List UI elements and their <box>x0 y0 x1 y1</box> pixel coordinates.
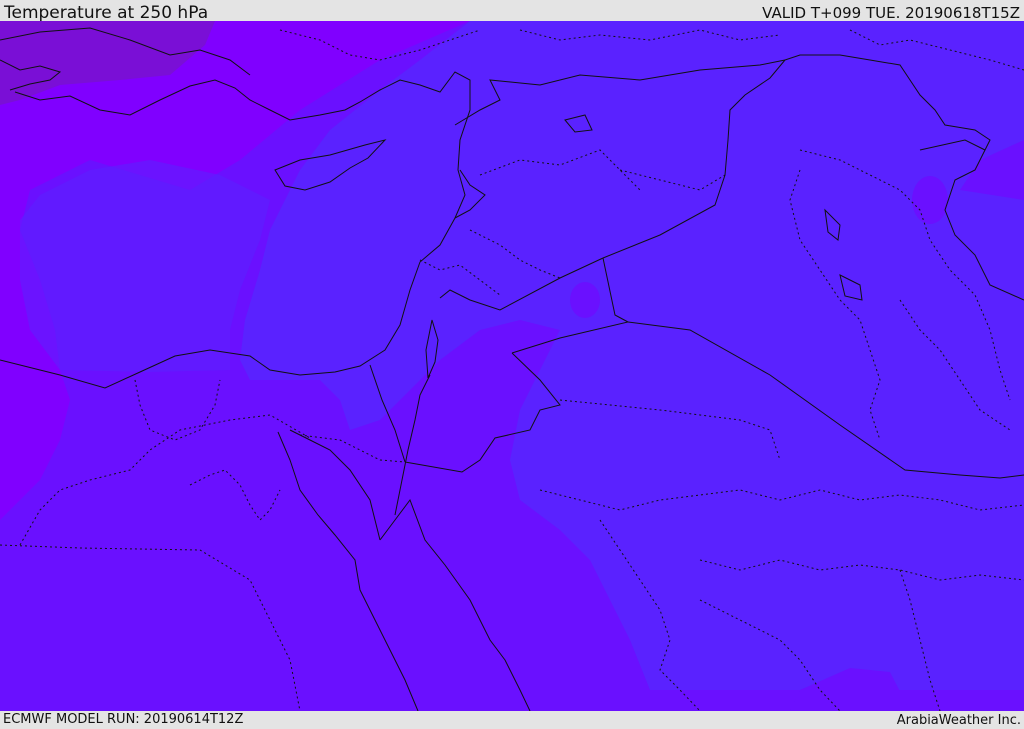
model-run-label: ECMWF MODEL RUN: 20190614T12Z <box>3 712 244 727</box>
cold-patch-jordan <box>570 282 600 318</box>
cold-patch-iraq <box>912 176 948 224</box>
footer-bar: ECMWF MODEL RUN: 20190614T12Z ArabiaWeat… <box>0 711 1024 729</box>
credit-label: ArabiaWeather Inc. <box>896 713 1021 728</box>
temperature-map-svg <box>0 21 1024 711</box>
map-title: Temperature at 250 hPa <box>4 3 209 23</box>
weather-map[interactable] <box>0 21 1024 711</box>
valid-time-label: VALID T+099 TUE. 20190618T15Z <box>762 4 1020 22</box>
header-bar: Temperature at 250 hPa VALID T+099 TUE. … <box>0 0 1024 23</box>
